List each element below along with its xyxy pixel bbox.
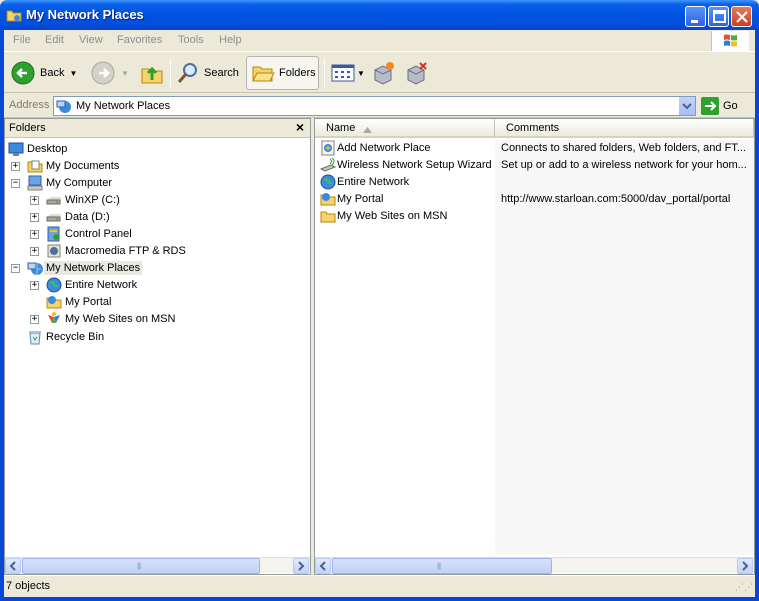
window-title: My Network Places [26, 7, 144, 22]
folders-pane-header: Folders × [5, 119, 310, 138]
views-dropdown-icon[interactable]: ▼ [357, 69, 365, 78]
address-value: My Network Places [76, 100, 171, 112]
msn-folder-icon [320, 208, 336, 227]
list-item-entire-network[interactable]: Entire Network [315, 174, 754, 191]
list-item-my-web-sites-on-msn[interactable]: My Web Sites on MSN [315, 208, 754, 225]
search-button[interactable]: Search [176, 56, 239, 90]
tree-item-recycle-bin[interactable]: Recycle Bin [5, 329, 305, 346]
expand-icon[interactable]: + [30, 213, 39, 222]
close-button[interactable] [731, 6, 752, 27]
recycle-bin-icon [27, 329, 43, 348]
expand-icon[interactable]: + [30, 281, 39, 290]
folders-button[interactable]: Folders [246, 56, 319, 90]
tree-item-my-network-places[interactable]: − My Network Places [5, 260, 305, 277]
tree-item-winxp-c[interactable]: + WinXP (C:) [5, 192, 305, 209]
address-label: Address [9, 99, 50, 111]
tree-item-data-d[interactable]: + Data (D:) [5, 209, 305, 226]
expand-icon[interactable]: + [30, 315, 39, 324]
tree-item-macromedia-ftp[interactable]: + Macromedia FTP & RDS [5, 243, 305, 260]
disconnect-drive-icon [407, 62, 427, 85]
disconnect-network-drive-button[interactable] [404, 56, 430, 90]
menu-file[interactable]: File [13, 34, 31, 46]
scroll-left-button[interactable] [5, 558, 21, 574]
folders-pane: Folders × Desktop + My Documents − My Co… [4, 118, 311, 575]
search-icon [177, 63, 197, 83]
map-drive-icon [374, 62, 394, 85]
toolbar: Back ▼ ▼ Search Folders ▼ [4, 53, 755, 93]
search-label: Search [204, 67, 239, 79]
tree-item-my-documents[interactable]: + My Documents [5, 158, 305, 175]
menu-bar: File Edit View Favorites Tools Help [4, 30, 755, 52]
menu-view[interactable]: View [79, 34, 103, 46]
forward-arrow-icon [91, 61, 115, 85]
list-horizontal-scrollbar[interactable]: |||| [315, 557, 754, 574]
address-bar: Address My Network Places Go [4, 94, 755, 118]
address-input[interactable]: My Network Places [53, 96, 696, 116]
views-button[interactable]: ▼ [331, 56, 365, 90]
windows-logo-icon [711, 31, 749, 51]
file-list-pane: Name Comments Add Network Place Connects… [314, 118, 755, 575]
map-network-drive-button[interactable] [371, 56, 397, 90]
expand-icon[interactable]: + [30, 247, 39, 256]
scroll-right-button[interactable] [737, 558, 753, 574]
title-bar[interactable]: My Network Places [0, 0, 759, 30]
forward-button[interactable]: ▼ [90, 56, 129, 90]
up-folder-button[interactable] [140, 56, 164, 90]
expand-icon[interactable]: + [11, 162, 20, 171]
tree-item-desktop[interactable]: Desktop [5, 141, 305, 158]
maximize-button[interactable] [708, 6, 729, 27]
expand-icon[interactable]: + [30, 230, 39, 239]
menu-edit[interactable]: Edit [45, 34, 64, 46]
expand-icon[interactable]: + [30, 196, 39, 205]
list-item-wireless-wizard[interactable]: Wireless Network Setup Wizard Set up or … [315, 157, 754, 174]
scroll-thumb[interactable]: |||| [22, 558, 260, 574]
status-bar: 7 objects ⋰⋰ [4, 575, 755, 597]
tree-item-control-panel[interactable]: + Control Panel [5, 226, 305, 243]
tree-item-my-web-sites-on-msn[interactable]: + My Web Sites on MSN [5, 311, 305, 328]
folders-pane-title: Folders [9, 122, 46, 134]
column-header-comments[interactable]: Comments [495, 119, 754, 138]
back-arrow-icon [11, 61, 35, 85]
up-folder-icon [141, 66, 163, 84]
close-folders-pane-icon[interactable]: × [296, 119, 304, 135]
scroll-right-button[interactable] [293, 558, 309, 574]
list-item-my-portal[interactable]: My Portal http://www.starloan.com:5000/d… [315, 191, 754, 208]
menu-favorites[interactable]: Favorites [117, 34, 162, 46]
network-folder-icon [6, 7, 22, 23]
column-header-name[interactable]: Name [315, 119, 495, 138]
folders-horizontal-scrollbar[interactable]: |||| [5, 557, 310, 574]
back-label: Back [40, 67, 65, 79]
collapse-icon[interactable]: − [11, 264, 20, 273]
go-button[interactable]: Go [701, 96, 738, 116]
window-frame-bottom [0, 597, 759, 601]
menu-help[interactable]: Help [219, 34, 242, 46]
minimize-button[interactable] [685, 6, 706, 27]
back-button[interactable]: Back ▼ [10, 56, 77, 90]
tree-item-my-computer[interactable]: − My Computer [5, 175, 305, 192]
go-label: Go [723, 100, 738, 112]
sort-ascending-icon [363, 124, 372, 136]
status-text: 7 objects [6, 580, 51, 592]
scroll-thumb[interactable]: |||| [332, 558, 552, 574]
back-dropdown-icon[interactable]: ▼ [69, 69, 77, 78]
network-places-icon [56, 98, 72, 117]
tree-item-my-portal[interactable]: My Portal [5, 294, 305, 311]
collapse-icon[interactable]: − [11, 179, 20, 188]
toolbar-separator [324, 59, 325, 87]
window-frame-right [755, 30, 759, 601]
folders-icon [252, 66, 275, 82]
forward-dropdown-icon[interactable]: ▼ [121, 69, 129, 78]
folders-label: Folders [279, 67, 316, 79]
menu-tools[interactable]: Tools [178, 34, 204, 46]
address-dropdown-button[interactable] [678, 97, 695, 115]
scroll-left-button[interactable] [315, 558, 331, 574]
tree-item-entire-network[interactable]: + Entire Network [5, 277, 305, 294]
msn-icon [46, 311, 62, 330]
toolbar-separator [170, 59, 171, 87]
views-icon [331, 64, 355, 82]
resize-grip-icon[interactable]: ⋰⋰ [735, 582, 753, 593]
list-item-add-network-place[interactable]: Add Network Place Connects to shared fol… [315, 140, 754, 157]
go-arrow-icon [701, 97, 719, 115]
